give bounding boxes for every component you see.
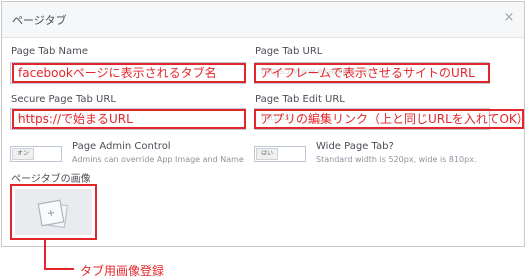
admin-control-title: Page Admin Control: [72, 141, 171, 152]
page-tab-name-annotation: facebookページに表示されるタブ名: [12, 63, 246, 83]
page-tab-image-upload[interactable]: [10, 184, 97, 240]
secure-page-tab-url-annotation: https://で始まるURL: [12, 109, 246, 129]
page-tab-url-label: Page Tab URL: [255, 46, 323, 57]
page-tab-url-annotation: アイフレームで表示させるサイトのURL: [254, 63, 490, 83]
image-placeholder: [15, 189, 92, 235]
dialog-title: ページタブ: [12, 14, 67, 27]
dialog-header: ページタブ ×: [2, 2, 524, 38]
close-icon[interactable]: ×: [502, 11, 516, 25]
page-tab-edit-url-annotation: アプリの編集リンク（上と同じURLを入れてOK）: [254, 109, 524, 129]
page-tab-image-label: ページタブの画像: [11, 174, 91, 185]
secure-page-tab-url-label: Secure Page Tab URL: [11, 94, 116, 105]
wide-tab-toggle[interactable]: はい: [254, 146, 306, 162]
callout-line-vertical: [44, 239, 46, 270]
callout-line-horizontal: [44, 268, 74, 270]
wide-tab-title: Wide Page Tab?: [316, 141, 394, 152]
photo-add-icon: [37, 199, 69, 229]
admin-control-description: Admins can override App Image and Name: [72, 155, 244, 164]
admin-control-toggle-knob: オン: [12, 148, 34, 160]
callout-label: タブ用画像登録: [80, 264, 165, 278]
wide-tab-toggle-knob: はい: [256, 148, 278, 160]
admin-control-toggle[interactable]: オン: [10, 146, 62, 162]
wide-tab-description: Standard width is 520px, wide is 810px.: [316, 155, 477, 164]
page-tab-name-label: Page Tab Name: [11, 46, 88, 57]
page-tab-edit-url-label: Page Tab Edit URL: [255, 94, 345, 105]
